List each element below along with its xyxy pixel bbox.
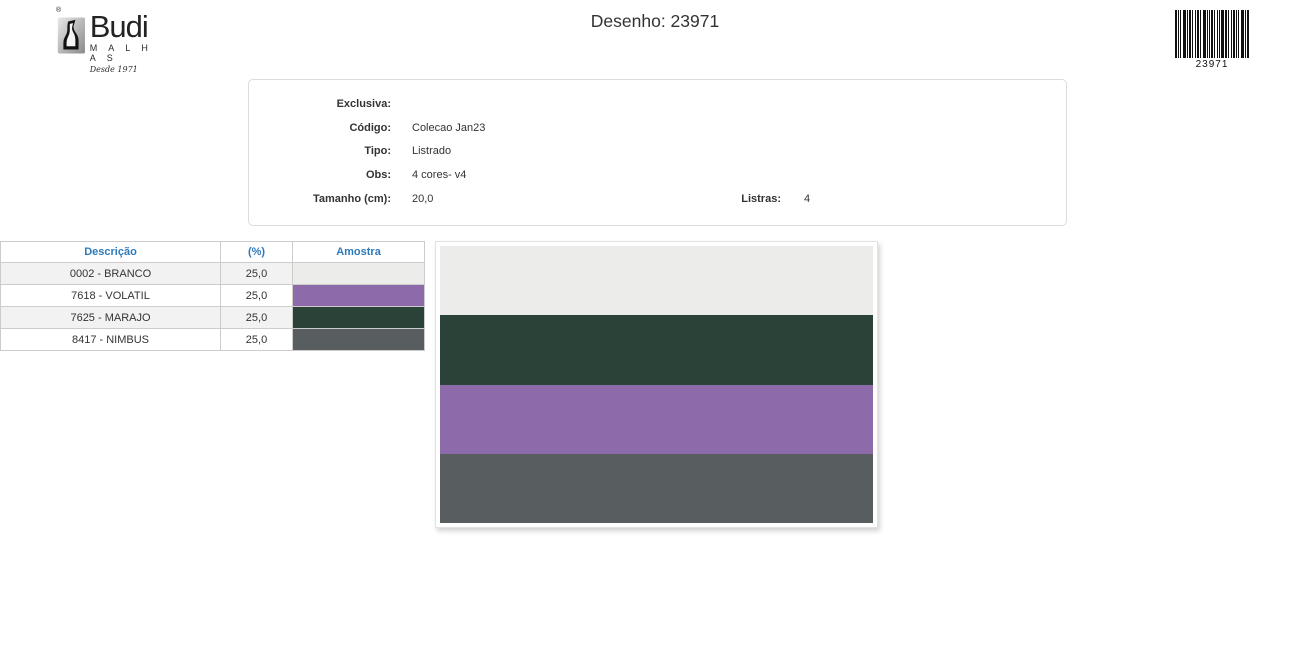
field-value: 4 cores- v4 <box>412 169 466 181</box>
field-label: Obs: <box>249 169 391 181</box>
field-value: 4 <box>804 193 810 205</box>
color-percentage: 25,0 <box>221 307 293 329</box>
field-value: Colecao Jan23 <box>412 122 485 134</box>
stripe-volatil <box>440 385 873 454</box>
table-header-row: Descrição (%) Amostra <box>1 242 425 263</box>
field-label: Listras: <box>249 193 781 205</box>
color-description: 7625 - MARAJO <box>1 307 221 329</box>
color-swatch <box>293 329 425 351</box>
color-percentage: 25,0 <box>221 285 293 307</box>
field-label: Código: <box>249 122 391 134</box>
barcode: 23971 <box>1174 10 1250 70</box>
color-swatch <box>293 307 425 329</box>
page-title: Desenho: 23971 <box>0 11 1310 32</box>
barcode-number: 23971 <box>1174 59 1250 70</box>
field-label: Exclusiva: <box>249 98 391 110</box>
color-row-volatil: 7618 - VOLATIL25,0 <box>1 285 425 307</box>
column-header-amostra: Amostra <box>293 242 425 263</box>
stripe-pattern-preview <box>435 241 878 528</box>
stripe-branco <box>440 246 873 315</box>
barcode-bars <box>1174 10 1250 58</box>
color-description: 7618 - VOLATIL <box>1 285 221 307</box>
stripe-marajo <box>440 315 873 384</box>
column-header-descricao: Descrição <box>1 242 221 263</box>
color-composition-table: Descrição (%) Amostra 0002 - BRANCO25,07… <box>0 241 425 351</box>
color-description: 8417 - NIMBUS <box>1 329 221 351</box>
stripe-nimbus <box>440 454 873 523</box>
design-sheet-page: ® Budi M A L H A S Desde 1971 Desenh <box>0 0 1310 655</box>
color-swatch <box>293 285 425 307</box>
color-percentage: 25,0 <box>221 329 293 351</box>
design-info-panel: Exclusiva: Código: Colecao Jan23 Tipo: L… <box>248 79 1067 226</box>
column-header-percent: (%) <box>221 242 293 263</box>
logo-tagline: Desde 1971 <box>90 65 167 74</box>
field-label: Tipo: <box>249 145 391 157</box>
color-row-nimbus: 8417 - NIMBUS25,0 <box>1 329 425 351</box>
field-value: Listrado <box>412 145 451 157</box>
logo-sub-brand-text: M A L H A S <box>90 43 167 63</box>
color-row-marajo: 7625 - MARAJO25,0 <box>1 307 425 329</box>
color-percentage: 25,0 <box>221 263 293 285</box>
color-row-branco: 0002 - BRANCO25,0 <box>1 263 425 285</box>
color-swatch <box>293 263 425 285</box>
color-description: 0002 - BRANCO <box>1 263 221 285</box>
